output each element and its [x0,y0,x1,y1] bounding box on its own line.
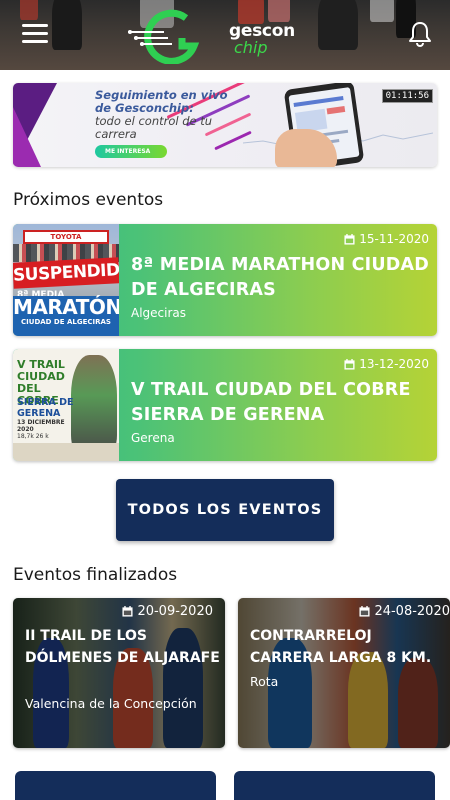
event-card[interactable]: V TRAIL CIUDAD DEL COBRE SIERRA DE GEREN… [13,349,437,461]
bottom-card[interactable] [15,771,216,800]
event-date: 15-11-2020 [344,232,429,246]
event-name: 8ª MEDIA MARATHON CIUDAD DE ALGECIRAS [131,255,429,300]
hamburger-icon [22,24,48,27]
banner-subtitle: todo el control de tu carrera [95,114,213,141]
logo-text-chip: chip [234,38,268,57]
event-thumbnail: V TRAIL CIUDAD DEL COBRE SIERRA DE GEREN… [13,349,119,461]
event-location: Valencina de la Concepción [25,696,197,711]
calendar-icon [122,606,133,617]
event-name: V TRAIL CIUDAD DEL COBRE SIERRA DE GEREN… [131,380,411,425]
promo-banner[interactable]: Seguimiento en vivo de Gesconchip: todo … [13,83,437,167]
event-date: 13-12-2020 [344,357,429,371]
logo-g-icon [128,9,200,65]
event-location: Algeciras [131,306,187,320]
upcoming-events-title: Próximos eventos [13,190,164,210]
event-location: Rota [250,674,279,689]
event-date: 24-08-2020 [359,604,450,619]
event-card[interactable]: TOYOTA SUSPENDIDA 8ª MEDIA MARATÓN CIUDA… [13,224,437,336]
calendar-icon [344,233,355,245]
calendar-icon [359,606,370,617]
event-name: II TRAIL DE LOS DÓLMENES DE ALJARAFE [25,628,220,666]
event-date: 20-09-2020 [122,604,213,619]
notifications-button[interactable] [408,20,432,48]
event-location: Gerena [131,431,175,445]
finished-event-card[interactable]: 20-09-2020 II TRAIL DE LOS DÓLMENES DE A… [13,598,225,748]
bell-icon [409,22,431,47]
banner-timer: 01:11:56 [381,89,433,103]
bottom-card[interactable] [234,771,435,800]
calendar-icon [344,358,355,370]
banner-cta-button[interactable]: ME INTERESA [95,145,167,158]
finished-event-card[interactable]: 24-08-2020 CONTRARRELOJ CARRERA LARGA 8 … [238,598,450,748]
event-name: CONTRARRELOJ CARRERA LARGA 8 KM. [250,628,432,666]
all-events-button[interactable]: TODOS LOS EVENTOS [116,479,334,541]
banner-title: Seguimiento en vivo de Gesconchip: [95,88,228,115]
app-logo: gescon chip [128,8,308,65]
finished-events-title: Eventos finalizados [13,565,178,585]
menu-button[interactable] [22,24,48,44]
suspended-stamp: SUSPENDIDA [13,257,119,289]
event-thumbnail: TOYOTA SUSPENDIDA 8ª MEDIA MARATÓN CIUDA… [13,224,119,336]
app-header: gescon chip [0,0,450,70]
